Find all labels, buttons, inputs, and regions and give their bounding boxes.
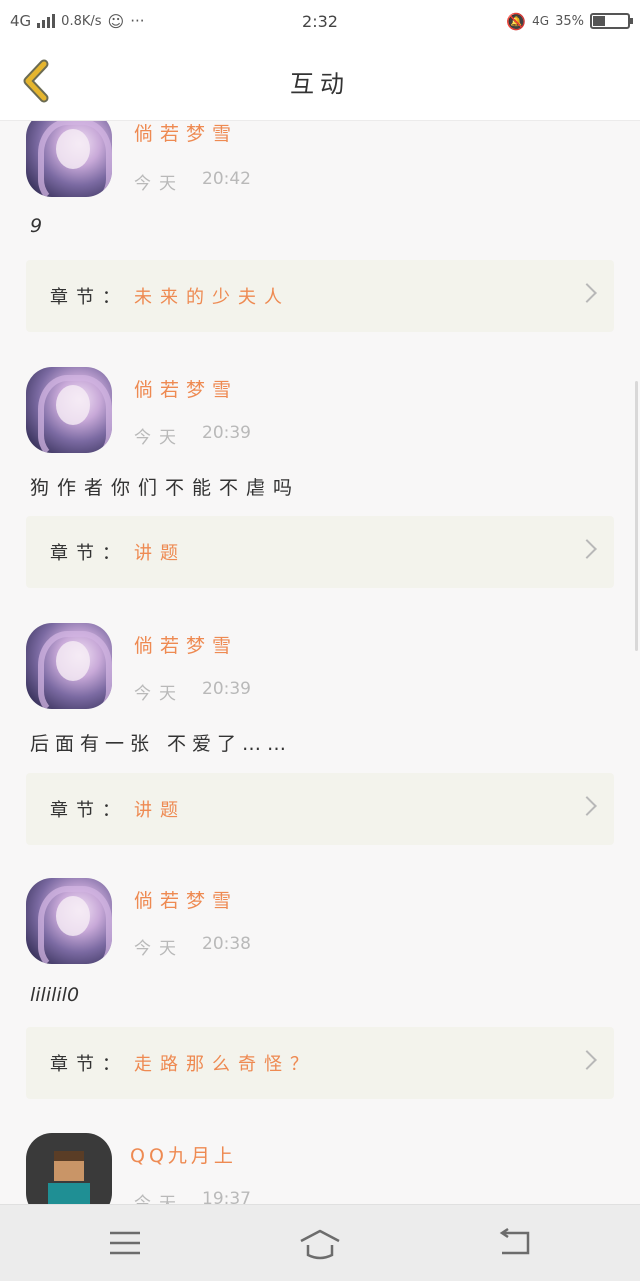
chapter-title: 走路那么奇怪？ xyxy=(134,1054,316,1075)
user-name[interactable]: 倘若梦雪 xyxy=(134,886,238,913)
comment-time: 20:39 xyxy=(202,679,251,699)
comment-item: QQ九月上 今天 19:37 xyxy=(0,1133,640,1204)
chevron-right-icon xyxy=(577,539,597,559)
comment-time: 19:37 xyxy=(202,1189,251,1204)
chevron-right-icon xyxy=(577,796,597,816)
comment-time: 20:42 xyxy=(202,169,251,189)
comment-meta: 今天 20:39 xyxy=(134,679,251,704)
comment-time: 20:38 xyxy=(202,934,251,954)
avatar[interactable] xyxy=(26,121,112,197)
menu-button[interactable] xyxy=(104,1223,148,1263)
comment-day: 今天 xyxy=(134,939,184,959)
comment-item: 倘若梦雪 今天 20:39 后面有一张 不爱了…… 章节： 讲题 xyxy=(0,623,640,845)
home-icon xyxy=(300,1229,340,1260)
comment-time: 20:39 xyxy=(202,423,251,443)
qq-icon: ☺ xyxy=(107,11,125,31)
chapter-link[interactable]: 章节： 讲题 xyxy=(26,516,614,588)
status-left: 4G 0.8K/s ☺ ··· xyxy=(10,12,145,31)
user-name[interactable]: QQ九月上 xyxy=(130,1141,237,1168)
chapter-link[interactable]: 章节： 走路那么奇怪？ xyxy=(26,1027,614,1099)
home-button[interactable] xyxy=(298,1223,342,1263)
status-right: 🔕 4G 35% xyxy=(506,11,633,31)
more-notifications: ··· xyxy=(130,12,145,30)
comment-meta: 今天 20:42 xyxy=(134,169,251,194)
chapter-link[interactable]: 章节： 未来的少夫人 xyxy=(26,260,614,332)
chevron-right-icon xyxy=(577,1050,597,1070)
interaction-feed[interactable]: 倘若梦雪 今天 20:42 9 章节： 未来的少夫人 倘若梦雪 今天 20:39… xyxy=(0,121,640,1204)
comment-day: 今天 xyxy=(134,428,184,448)
user-name[interactable]: 倘若梦雪 xyxy=(134,121,238,146)
chapter-title: 讲题 xyxy=(134,543,186,564)
chapter-title: 未来的少夫人 xyxy=(134,287,290,308)
mute-bell-icon: 🔕 xyxy=(506,11,527,31)
chapter-title: 讲题 xyxy=(134,800,186,821)
comment-content: 狗作者你们不能不虐吗 xyxy=(30,477,301,499)
comment-content: lililil0 xyxy=(30,984,80,1006)
comment-day: 今天 xyxy=(134,1194,184,1204)
user-name[interactable]: 倘若梦雪 xyxy=(134,375,238,402)
comment-meta: 今天 20:39 xyxy=(134,423,251,448)
comment-day: 今天 xyxy=(134,174,184,194)
comment-item: 倘若梦雪 今天 20:38 lililil0 章节： 走路那么奇怪？ xyxy=(0,878,640,1099)
comment-meta: 今天 20:38 xyxy=(134,934,251,959)
return-button[interactable] xyxy=(494,1223,538,1263)
chevron-right-icon xyxy=(577,283,597,303)
chapter-link[interactable]: 章节： 讲题 xyxy=(26,773,614,845)
avatar[interactable] xyxy=(26,623,112,709)
battery-icon xyxy=(590,13,633,29)
chapter-label: 章节： xyxy=(50,543,128,564)
avatar[interactable] xyxy=(26,878,112,964)
chapter-label: 章节： xyxy=(50,800,128,821)
page-title: 互动 xyxy=(290,69,350,98)
battery-percent: 35% xyxy=(555,13,584,29)
signal-icon xyxy=(37,14,56,28)
user-name[interactable]: 倘若梦雪 xyxy=(134,631,238,658)
network-type-right: 4G xyxy=(532,14,550,28)
menu-icon xyxy=(110,1231,140,1255)
avatar[interactable] xyxy=(26,1133,112,1204)
network-speed: 0.8K/s xyxy=(61,13,102,29)
return-icon xyxy=(499,1227,530,1255)
network-type: 4G xyxy=(10,12,32,30)
chapter-label: 章节： xyxy=(50,287,128,308)
status-bar: 4G 0.8K/s ☺ ··· 2:32 🔕 4G 35% xyxy=(0,0,640,42)
avatar[interactable] xyxy=(26,367,112,453)
title-bar: 互动 xyxy=(0,42,640,121)
scrollbar[interactable] xyxy=(635,381,638,651)
comment-meta: 今天 19:37 xyxy=(134,1189,251,1204)
comment-content: 后面有一张 不爱了…… xyxy=(30,733,293,755)
comment-item: 倘若梦雪 今天 20:39 狗作者你们不能不虐吗 章节： 讲题 xyxy=(0,367,640,588)
chapter-label: 章节： xyxy=(50,1054,128,1075)
comment-item: 倘若梦雪 今天 20:42 9 章节： 未来的少夫人 xyxy=(0,121,640,332)
system-nav-bar xyxy=(0,1204,640,1281)
back-button[interactable] xyxy=(14,56,64,106)
comment-content: 9 xyxy=(30,215,43,237)
chevron-left-icon xyxy=(23,59,49,103)
comment-day: 今天 xyxy=(134,684,184,704)
